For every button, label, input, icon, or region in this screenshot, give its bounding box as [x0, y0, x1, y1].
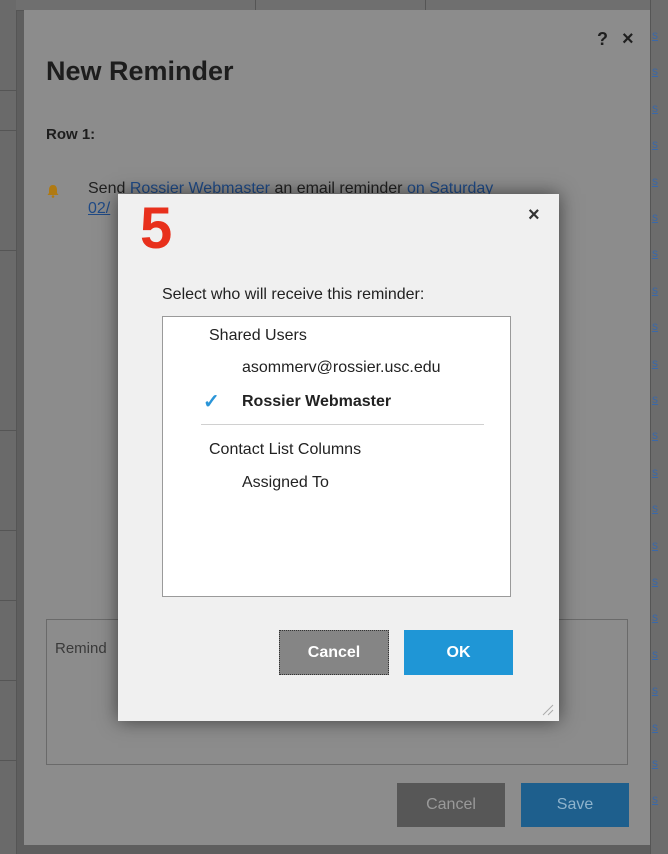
- date-link-continued[interactable]: 02/: [88, 200, 110, 218]
- modal-close-button[interactable]: ×: [528, 204, 540, 227]
- list-item-column[interactable]: Assigned To: [242, 474, 329, 492]
- resize-grip-icon[interactable]: [540, 702, 554, 716]
- sheet-row-line: [0, 760, 16, 761]
- modal-ok-button[interactable]: OK: [404, 630, 513, 675]
- sheet-cell-link: s: [652, 282, 658, 297]
- sheet-row-line: [0, 130, 16, 131]
- group-header-shared-users: Shared Users: [209, 327, 307, 344]
- sheet-cell-link: s: [652, 646, 658, 661]
- sheet-cell-link: s: [652, 137, 658, 152]
- sheet-cell-link: s: [652, 392, 658, 406]
- sheet-cell-link: s: [652, 574, 658, 588]
- sheet-cell-link: s: [652, 100, 658, 115]
- modal-prompt: Select who will receive this reminder:: [162, 286, 425, 303]
- sheet-cell-link: s: [652, 537, 658, 552]
- sheet-cell-link: s: [652, 756, 658, 770]
- sheet-cell-link: s: [652, 64, 658, 79]
- row-label: Row 1:: [46, 126, 96, 143]
- list-item-user[interactable]: asommerv@rossier.usc.edu: [242, 359, 441, 377]
- recipient-listbox[interactable]: Shared Users asommerv@rossier.usc.edu ✓ …: [162, 316, 511, 597]
- sheet-cell-link: s: [652, 246, 658, 261]
- dialog-save-button[interactable]: Save: [521, 783, 629, 827]
- sheet-cell-link: s: [652, 210, 658, 224]
- sheet-row-line: [0, 430, 16, 431]
- sheet-cell-link: s: [652, 355, 658, 370]
- dialog-cancel-button[interactable]: Cancel: [397, 783, 505, 827]
- step-number-annotation: 5: [140, 196, 173, 261]
- bell-icon: [47, 185, 59, 198]
- select-recipients-modal: 5 × Select who will receive this reminde…: [118, 194, 559, 721]
- sheet-column-divider: [255, 0, 256, 10]
- sheet-cell-link: s: [652, 464, 658, 479]
- sheet-row-line: [0, 600, 16, 601]
- list-item-user-selected[interactable]: Rossier Webmaster: [242, 393, 391, 411]
- group-header-contact-columns: Contact List Columns: [209, 441, 362, 458]
- help-button[interactable]: ?: [597, 29, 608, 50]
- sheet-cell-link: s: [652, 428, 658, 443]
- sheet-row-line: [0, 530, 16, 531]
- sheet-cell-link: s: [652, 173, 658, 188]
- sheet-row-line: [0, 250, 16, 251]
- checkmark-icon: ✓: [203, 391, 220, 413]
- sheet-cell-link: s: [652, 792, 658, 807]
- group-divider: [201, 424, 484, 425]
- sheet-cell-link: s: [652, 610, 658, 625]
- sheet-cell-link: s: [652, 719, 658, 734]
- dialog-close-button[interactable]: ×: [622, 28, 634, 51]
- sheet-row-gutter: [0, 0, 17, 854]
- sheet-cell-link: s: [652, 501, 658, 516]
- dialog-title: New Reminder: [46, 56, 234, 86]
- sheet-column-divider: [425, 0, 426, 10]
- sheet-row-line: [0, 680, 16, 681]
- sheet-cell-link: s: [652, 319, 658, 334]
- reminder-message-placeholder: Remind: [55, 640, 107, 657]
- sheet-cell-link: s: [652, 683, 658, 698]
- modal-cancel-button[interactable]: Cancel: [279, 630, 389, 675]
- sheet-cell-link: s: [652, 28, 658, 42]
- sheet-row-line: [0, 90, 16, 91]
